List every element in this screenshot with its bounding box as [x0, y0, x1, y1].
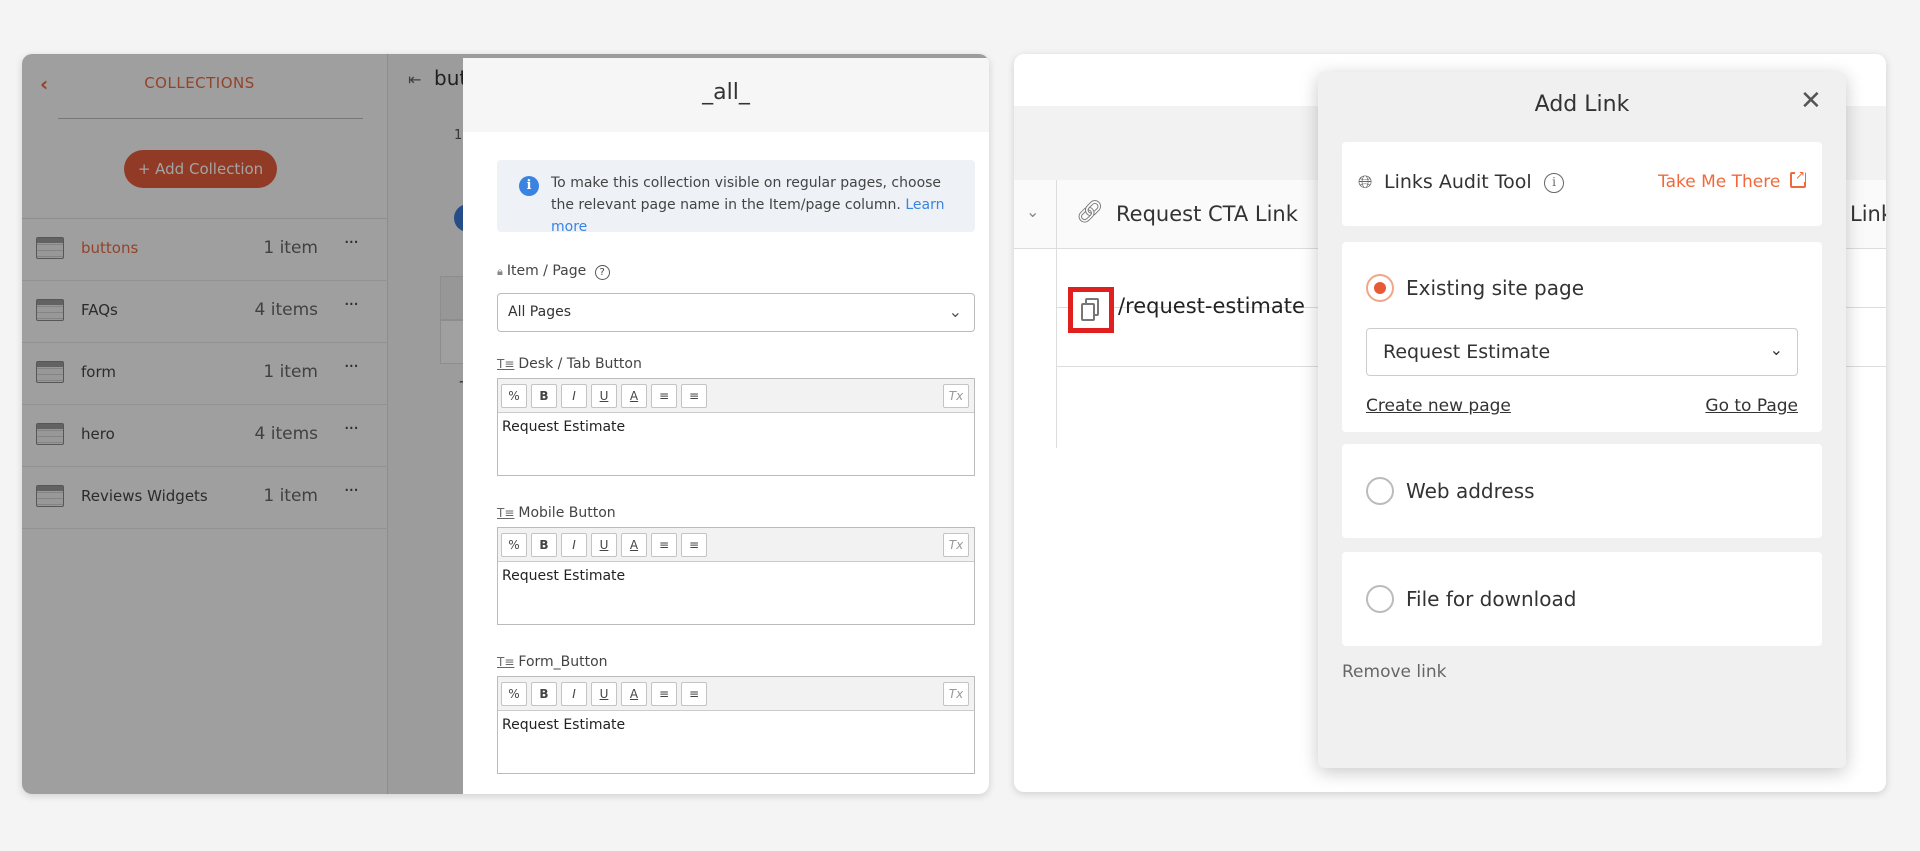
file-download-radio[interactable] [1366, 585, 1394, 613]
desk-tab-button-editor[interactable]: % B I U A ≡ ≡ Tx Request Estimate [497, 378, 975, 476]
existing-page-card: Existing site page Request Estimate ⌄ Cr… [1342, 242, 1822, 432]
mobile-button-label: T≡ Mobile Button [497, 505, 616, 521]
text-field-icon: T≡ [497, 506, 515, 520]
clear-format-button[interactable]: Tx [943, 384, 969, 408]
go-to-page-link[interactable]: Go to Page [1705, 396, 1798, 416]
create-new-page-link[interactable]: Create new page [1366, 396, 1511, 416]
help-icon[interactable]: ? [594, 265, 610, 280]
link-tool-icon[interactable]: % [501, 682, 527, 706]
item-page-select[interactable]: All Pages ⌄ [497, 293, 975, 332]
bullet-list-button[interactable]: ≡ [651, 384, 677, 408]
mobile-button-editor[interactable]: % B I U A ≡ ≡ Tx Request Estimate [497, 527, 975, 625]
cms-window: ‹ COLLECTIONS + Add Collection buttons 1… [22, 54, 989, 794]
dialog-title: Add Link [1534, 92, 1630, 117]
existing-page-label[interactable]: Existing site page [1406, 276, 1584, 300]
text-field-icon: T≡ [497, 655, 515, 669]
page-select-value: Request Estimate [1383, 341, 1551, 363]
external-link-icon[interactable] [1790, 168, 1806, 188]
text-field-icon: T≡ [497, 357, 515, 371]
take-me-there-link[interactable]: Take Me There [1658, 172, 1780, 192]
clear-format-button[interactable]: Tx [943, 533, 969, 557]
chevron-down-icon[interactable]: ⌄ [1026, 202, 1039, 221]
info-icon[interactable]: i [1544, 173, 1564, 193]
web-address-card: Web address [1342, 444, 1822, 538]
file-download-card: File for download [1342, 552, 1822, 646]
bold-button[interactable]: B [531, 682, 557, 706]
page-select[interactable]: Request Estimate ⌄ [1366, 328, 1798, 376]
numbered-list-button[interactable]: ≡ [681, 533, 707, 557]
editor-toolbar: % B I U A ≡ ≡ Tx [498, 528, 974, 562]
text-color-button[interactable]: A [621, 682, 647, 706]
bullet-list-button[interactable]: ≡ [651, 682, 677, 706]
underline-button[interactable]: U [591, 533, 617, 557]
chevron-down-icon: ⌄ [1769, 340, 1783, 359]
italic-button[interactable]: I [561, 533, 587, 557]
item-page-value: All Pages [508, 304, 571, 320]
info-text: To make this collection visible on regul… [551, 172, 961, 238]
item-page-label: 🔒︎ Item / Page ? [497, 263, 610, 280]
copy-icon[interactable] [1068, 287, 1114, 333]
text-color-button[interactable]: A [621, 533, 647, 557]
desk-tab-button-label: T≡ Desk / Tab Button [497, 356, 642, 372]
clear-format-button[interactable]: Tx [943, 682, 969, 706]
text-color-button[interactable]: A [621, 384, 647, 408]
field-label-text: Mobile Button [518, 505, 616, 521]
form-button-label: T≡ Form_Button [497, 654, 608, 670]
italic-button[interactable]: I [561, 682, 587, 706]
item-edit-panel: _all_ i To make this collection visible … [463, 58, 989, 794]
field-label-text: Form_Button [518, 654, 608, 670]
field-value: Request Estimate [502, 419, 626, 435]
form-button-editor[interactable]: % B I U A ≡ ≡ Tx Request Estimate [497, 676, 975, 774]
close-icon[interactable]: ✕ [1800, 86, 1822, 116]
item-page-label-text: Item / Page [506, 263, 587, 279]
bullet-list-button[interactable]: ≡ [651, 533, 677, 557]
link-tool-icon[interactable]: % [501, 533, 527, 557]
numbered-list-button[interactable]: ≡ [681, 384, 707, 408]
info-message: To make this collection visible on regul… [551, 175, 942, 213]
underline-button[interactable]: U [591, 384, 617, 408]
web-address-label[interactable]: Web address [1406, 479, 1535, 503]
bold-button[interactable]: B [531, 384, 557, 408]
cell-link-value[interactable]: /request-estimate [1118, 294, 1305, 318]
chevron-down-icon: ⌄ [948, 302, 962, 321]
web-address-radio[interactable] [1366, 477, 1394, 505]
links-audit-label: Links Audit Tool [1384, 171, 1532, 193]
add-link-dialog: Add Link ✕ 🌐︎ Links Audit Tool i Take Me… [1318, 72, 1846, 768]
info-icon: i [519, 176, 539, 196]
file-download-label[interactable]: File for download [1406, 587, 1576, 611]
links-audit-card: 🌐︎ Links Audit Tool i Take Me There [1342, 142, 1822, 226]
panel-title: _all_ [702, 80, 750, 105]
field-label-text: Desk / Tab Button [518, 356, 642, 372]
italic-button[interactable]: I [561, 384, 587, 408]
lock-icon: 🔒︎ [497, 265, 503, 278]
numbered-list-button[interactable]: ≡ [681, 682, 707, 706]
column-header-request-cta-link[interactable]: Request CTA Link [1116, 202, 1298, 226]
field-value: Request Estimate [502, 568, 626, 584]
existing-page-radio[interactable] [1366, 274, 1394, 302]
link-icon: 🔗︎ [1076, 200, 1104, 225]
globe-search-icon: 🌐︎ [1358, 172, 1373, 193]
remove-link-button[interactable]: Remove link [1342, 662, 1446, 682]
column-header-link[interactable]: Link [1850, 202, 1886, 226]
field-value: Request Estimate [502, 717, 626, 733]
info-notice: i To make this collection visible on reg… [497, 160, 975, 235]
editor-toolbar: % B I U A ≡ ≡ Tx [498, 379, 974, 413]
editor-toolbar: % B I U A ≡ ≡ Tx [498, 677, 974, 711]
link-tool-icon[interactable]: % [501, 384, 527, 408]
underline-button[interactable]: U [591, 682, 617, 706]
bold-button[interactable]: B [531, 533, 557, 557]
